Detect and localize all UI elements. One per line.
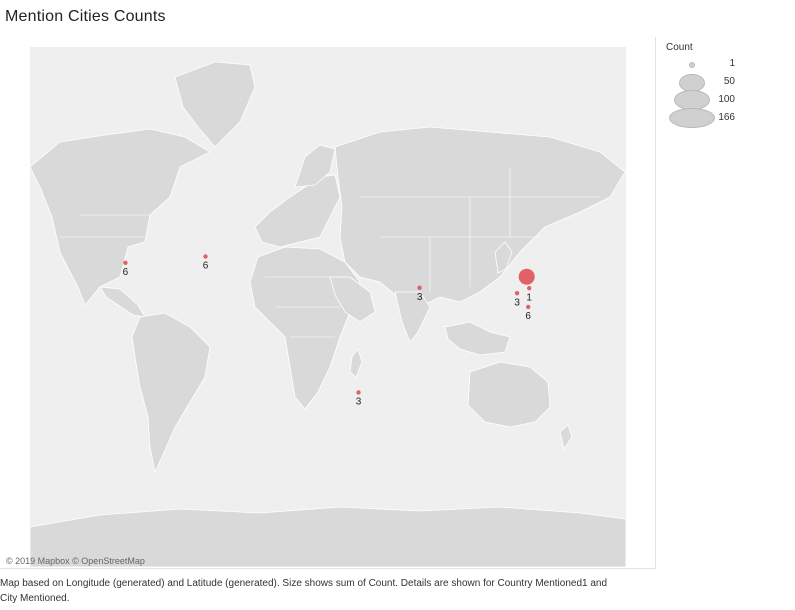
legend-item-label: 50 <box>723 76 735 87</box>
map-point-marker[interactable] <box>417 285 422 290</box>
legend-size-symbol <box>689 62 695 68</box>
world-map[interactable]: 6633136 <box>0 37 655 568</box>
legend-item-label: 1 <box>729 58 735 69</box>
map-point-label: 3 <box>514 297 520 308</box>
legend-item-label: 100 <box>718 94 735 105</box>
map-point-marker[interactable] <box>123 260 128 265</box>
legend-size-symbol <box>674 90 710 110</box>
map-point-marker[interactable] <box>526 304 531 310</box>
chart-title: Mention Cities Counts <box>5 8 166 25</box>
legend-item: 50 <box>662 74 782 92</box>
map-point-label: 3 <box>417 292 423 303</box>
map-point-marker[interactable] <box>514 291 520 296</box>
legend-item: 100 <box>662 90 782 110</box>
map-pane[interactable]: 6633136 © 2019 Mapbox © OpenStreetMap <box>0 37 656 569</box>
map-point-marker[interactable] <box>356 390 361 395</box>
map-attribution: © 2019 Mapbox © OpenStreetMap <box>6 556 145 566</box>
legend-item: 166 <box>662 108 782 128</box>
legend-item-label: 166 <box>718 112 735 123</box>
map-point-label: 6 <box>525 311 531 322</box>
map-point-label: 1 <box>526 292 532 303</box>
size-legend: Count 1 50 100 166 <box>662 40 787 140</box>
map-point-marker[interactable] <box>518 268 535 285</box>
map-point-marker[interactable] <box>527 286 532 291</box>
map-dashboard: Mention Cities Counts 6 6 3 3 1 3 6 © 20… <box>0 0 795 610</box>
map-point-label: 6 <box>203 261 209 272</box>
legend-title: Count <box>666 42 693 53</box>
map-point-marker[interactable] <box>203 254 208 259</box>
map-point-label: 6 <box>123 267 129 278</box>
map-point-label: 3 <box>356 397 362 408</box>
map-caption: Map based on Longitude (generated) and L… <box>0 578 608 604</box>
legend-size-symbol <box>669 108 715 128</box>
legend-item: 1 <box>662 56 782 72</box>
